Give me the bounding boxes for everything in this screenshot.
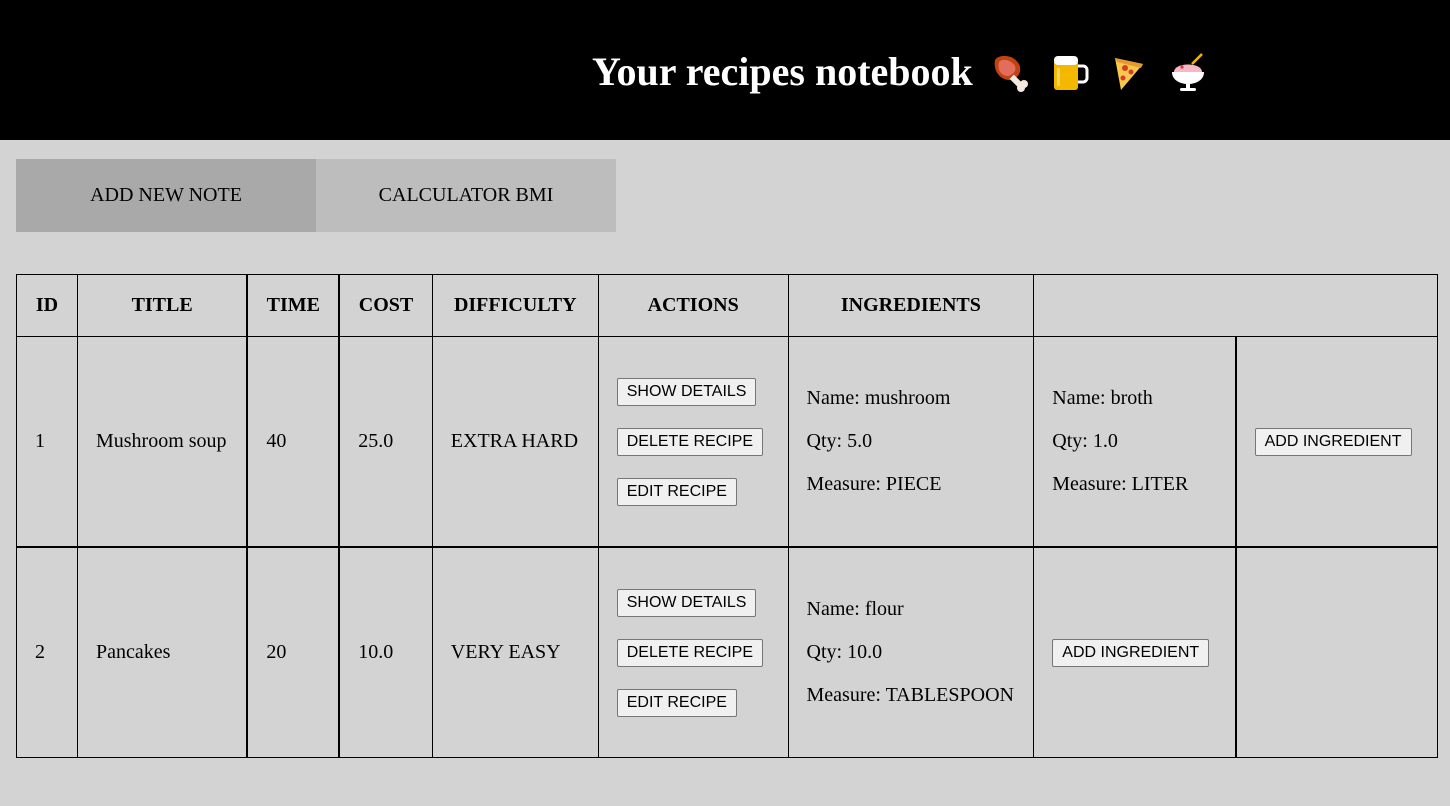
cell-empty — [1234, 546, 1438, 758]
header-content: Your recipes notebook — [592, 46, 1210, 98]
cell-id: 1 — [16, 336, 78, 548]
cell-cost: 10.0 — [338, 546, 433, 758]
cell-id: 2 — [16, 546, 78, 758]
nav-tabs: ADD NEW NOTE CALCULATOR BMI — [16, 159, 616, 232]
cell-difficulty: EXTRA HARD — [431, 336, 599, 548]
edit-recipe-button[interactable]: EDIT RECIPE — [616, 688, 737, 717]
header-cost: COST — [338, 274, 433, 337]
cell-title: Pancakes — [76, 546, 248, 758]
beer-mug-icon — [1048, 50, 1092, 94]
cell-time: 40 — [246, 336, 340, 548]
header-actions: ACTIONS — [597, 274, 789, 337]
ingredient-name: Name: mushroom — [806, 387, 951, 409]
ingredient-qty: Qty: 5.0 — [806, 430, 873, 452]
tab-add-new-note[interactable]: ADD NEW NOTE — [16, 159, 316, 232]
meat-on-bone-icon — [989, 50, 1033, 94]
ingredient-measure: Measure: TABLESPOON — [806, 684, 1014, 706]
cell-cost: 25.0 — [338, 336, 433, 548]
cell-actions: SHOW DETAILS DELETE RECIPE EDIT RECIPE — [597, 546, 789, 758]
delete-recipe-button[interactable]: DELETE RECIPE — [616, 638, 764, 667]
cell-ingredient: Name: mushroom Qty: 5.0 Measure: PIECE — [787, 336, 1035, 548]
ingredient-measure: Measure: LITER — [1052, 473, 1189, 495]
page-title: Your recipes notebook — [592, 49, 973, 94]
page-header: Your recipes notebook — [0, 0, 1450, 140]
tab-calculator-bmi[interactable]: CALCULATOR BMI — [316, 159, 616, 232]
header-id: ID — [16, 274, 78, 337]
cell-title: Mushroom soup — [76, 336, 248, 548]
table-header-row: ID TITLE TIME COST DIFFICULTY ACTIONS IN… — [16, 274, 1438, 337]
cell-time: 20 — [246, 546, 340, 758]
cell-add-ingredient: ADD INGREDIENT — [1033, 546, 1237, 758]
pizza-icon — [1107, 50, 1151, 94]
ingredient-name: Name: broth — [1052, 387, 1153, 409]
ingredient-qty: Qty: 10.0 — [806, 641, 883, 663]
cell-add-ingredient: ADD INGREDIENT — [1234, 336, 1438, 548]
edit-recipe-button[interactable]: EDIT RECIPE — [616, 477, 737, 506]
ingredient-qty: Qty: 1.0 — [1052, 430, 1118, 452]
table-row: 2 Pancakes 20 10.0 VERY EASY SHOW DETAIL… — [16, 546, 1438, 758]
add-ingredient-button[interactable]: ADD INGREDIENT — [1254, 427, 1412, 456]
show-details-button[interactable]: SHOW DETAILS — [616, 588, 757, 617]
header-title: TITLE — [76, 274, 248, 337]
shaved-ice-icon — [1166, 50, 1210, 94]
ingredient-name: Name: flour — [806, 598, 904, 620]
show-details-button[interactable]: SHOW DETAILS — [616, 377, 757, 406]
cell-ingredient: Name: broth Qty: 1.0 Measure: LITER — [1033, 336, 1237, 548]
table-row: 1 Mushroom soup 40 25.0 EXTRA HARD SHOW … — [16, 336, 1438, 548]
ingredient-measure: Measure: PIECE — [806, 473, 942, 495]
header-ingredients: INGREDIENTS — [787, 274, 1035, 337]
header-difficulty: DIFFICULTY — [431, 274, 599, 337]
cell-ingredient: Name: flour Qty: 10.0 Measure: TABLESPOO… — [787, 546, 1035, 758]
delete-recipe-button[interactable]: DELETE RECIPE — [616, 427, 764, 456]
cell-actions: SHOW DETAILS DELETE RECIPE EDIT RECIPE — [597, 336, 789, 548]
add-ingredient-button[interactable]: ADD INGREDIENT — [1052, 638, 1210, 667]
header-time: TIME — [246, 274, 340, 337]
header-empty — [1033, 274, 1438, 337]
recipes-table: ID TITLE TIME COST DIFFICULTY ACTIONS IN… — [16, 274, 1438, 758]
cell-difficulty: VERY EASY — [431, 546, 599, 758]
